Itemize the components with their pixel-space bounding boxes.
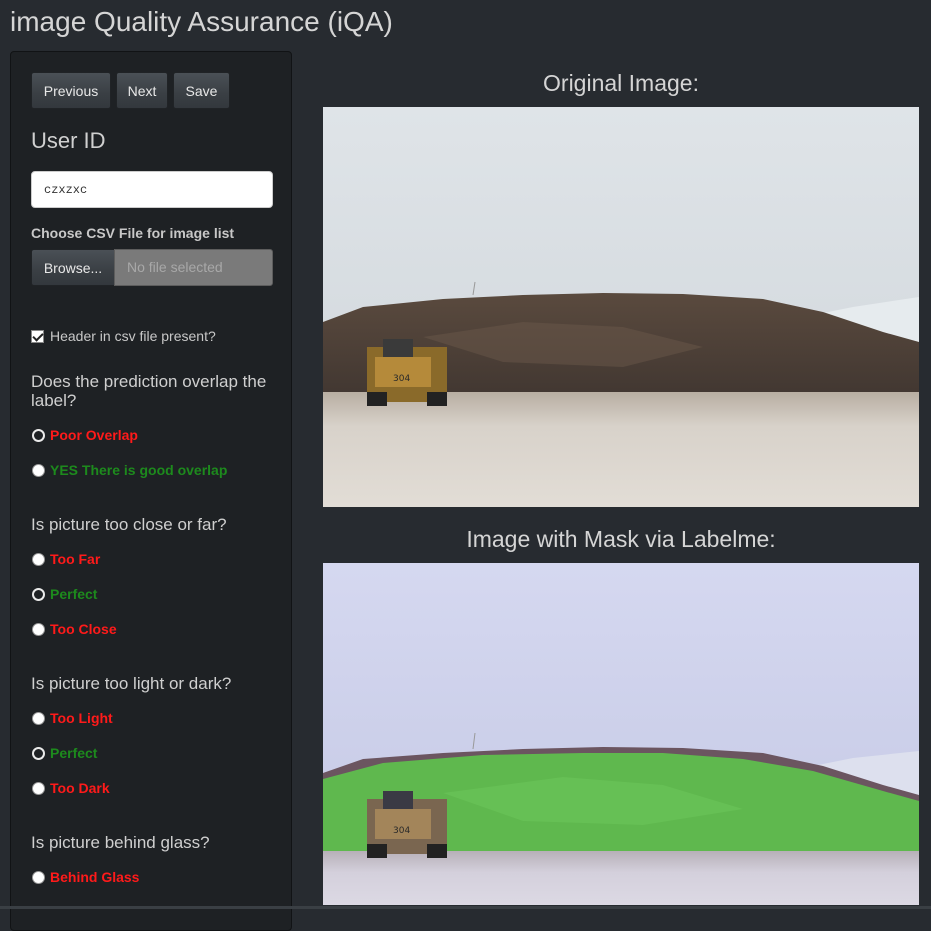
browse-button[interactable]: Browse... [31, 249, 115, 286]
question-overlap: Does the prediction overlap the label? [31, 372, 267, 410]
radio-label: YES There is good overlap [50, 462, 228, 478]
radio-option[interactable]: Too Far [32, 551, 100, 567]
next-button[interactable]: Next [116, 72, 168, 109]
svg-text:304: 304 [393, 826, 410, 836]
radio-label: Too Dark [50, 780, 110, 796]
radio-button[interactable] [32, 463, 45, 477]
mask-image: 304 [323, 563, 919, 905]
radio-button[interactable] [32, 587, 45, 601]
csv-file-label: Choose CSV File for image list [31, 225, 235, 241]
previous-button[interactable]: Previous [31, 72, 111, 109]
radio-button[interactable] [32, 746, 45, 760]
radio-button[interactable] [32, 781, 45, 795]
radio-option[interactable]: Perfect [32, 745, 97, 761]
app-title: image Quality Assurance (iQA) [10, 6, 393, 37]
question-glass: Is picture behind glass? [31, 833, 210, 852]
radio-button[interactable] [32, 552, 45, 566]
radio-option[interactable]: Too Close [32, 621, 117, 637]
radio-label: Too Far [50, 551, 101, 567]
mask-image-title: Image with Mask via Labelme: [466, 526, 776, 552]
truck-icon: 304 [367, 791, 447, 858]
original-image: 304 [323, 107, 919, 507]
question-distance: Is picture too close or far? [31, 515, 227, 534]
radio-button[interactable] [32, 428, 45, 442]
header-checkbox-label: Header in csv file present? [50, 328, 216, 344]
radio-button[interactable] [32, 711, 45, 725]
radio-option[interactable]: Poor Overlap [32, 427, 138, 443]
user-id-input[interactable] [31, 171, 273, 208]
original-image-title: Original Image: [543, 70, 699, 96]
header-checkbox-row[interactable]: Header in csv file present? [31, 328, 216, 344]
radio-option[interactable]: YES There is good overlap [32, 462, 227, 478]
radio-option[interactable]: Too Light [32, 710, 113, 726]
radio-label: Poor Overlap [50, 427, 138, 443]
svg-text:304: 304 [393, 374, 410, 384]
header-checkbox[interactable] [31, 329, 44, 343]
radio-option[interactable]: Perfect [32, 586, 97, 602]
save-button[interactable]: Save [173, 72, 230, 109]
file-name-field[interactable]: No file selected [114, 249, 273, 286]
radio-label: Perfect [50, 745, 98, 761]
radio-option[interactable]: Behind Glass [32, 869, 139, 885]
radio-label: Too Close [50, 621, 117, 637]
user-id-label: User ID [31, 128, 106, 153]
radio-label: Too Light [50, 710, 113, 726]
question-lighting: Is picture too light or dark? [31, 674, 232, 693]
radio-option[interactable]: Too Dark [32, 780, 110, 796]
radio-button[interactable] [32, 622, 45, 636]
radio-label: Behind Glass [50, 869, 140, 885]
radio-button[interactable] [32, 870, 45, 884]
truck-icon: 304 [367, 339, 447, 406]
sidebar-panel: Previous Next Save User ID Choose CSV Fi… [10, 51, 292, 931]
radio-label: Perfect [50, 586, 98, 602]
